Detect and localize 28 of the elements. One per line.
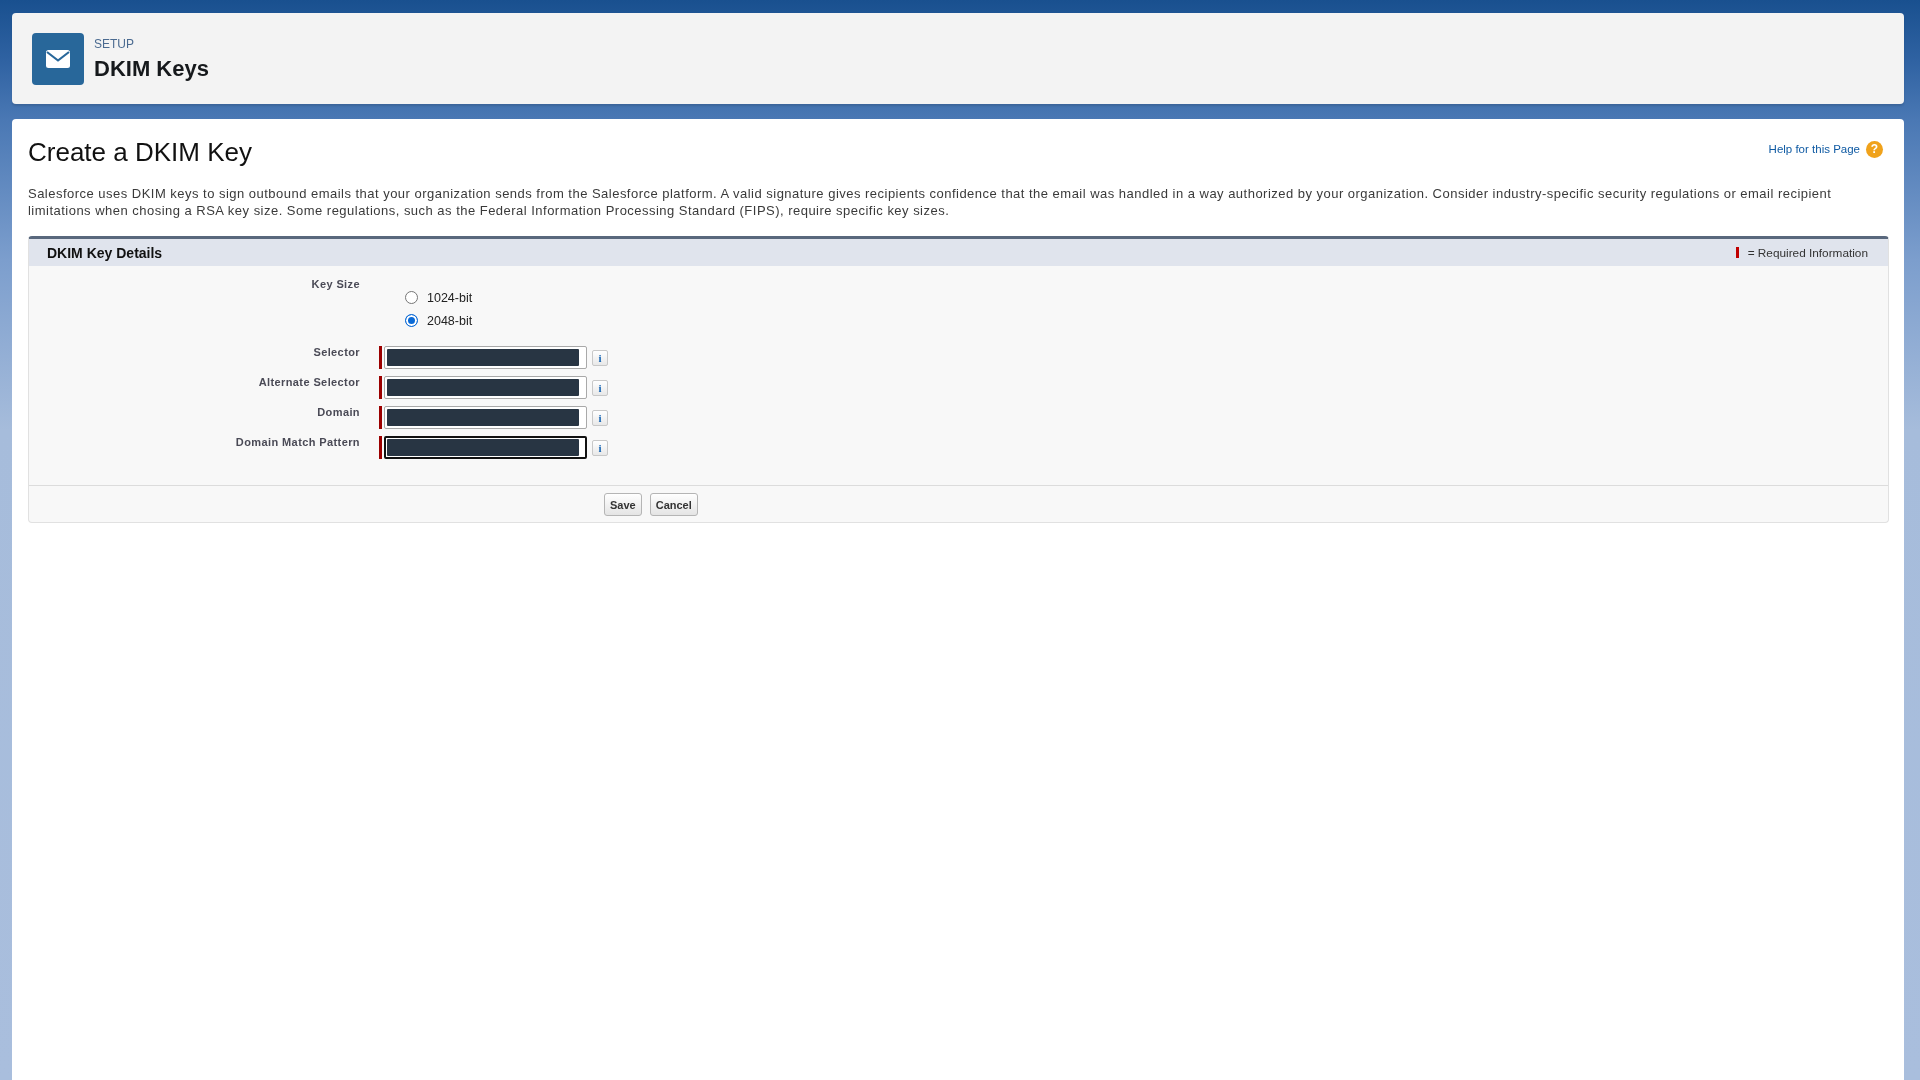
radio-button[interactable] [405,291,418,304]
field-label: Alternate Selector [257,375,361,389]
input-field[interactable] [384,406,587,429]
breadcrumb-label: SETUP [94,37,135,51]
field-label: Key Size [310,277,361,291]
radio-button[interactable] [405,314,418,327]
input-field[interactable] [384,376,587,399]
section-title: DKIM Key Details [47,244,163,261]
required-bar-icon [1735,247,1739,258]
page-title: Create a DKIM Key [28,136,252,168]
radio-label: 2048-bit [427,313,473,328]
input-field[interactable] [384,436,587,459]
header-title: DKIM Keys [94,56,209,82]
save-button[interactable]: Save [604,493,642,516]
info-button[interactable]: i [592,349,608,366]
field-label: Domain [316,405,361,419]
cancel-button[interactable]: Cancel [649,493,698,516]
field-label: Domain Match Pattern [234,435,361,449]
info-button[interactable]: i [592,409,608,426]
field-label: Selector [312,345,361,359]
info-button[interactable]: i [592,439,608,456]
required-legend: = Required Information [1747,245,1868,260]
envelope-icon [32,32,84,85]
input-field[interactable] [384,346,587,369]
help-link[interactable]: Help for this Page [1768,143,1860,155]
page-description: Salesforce uses DKIM keys to sign outbound emails that your organization sends from the Salesforce platform. A valid signature gives recipients confidence that the email was handled in a way authorized by your organization. Consider industry-specific security regulations or email recipient limitations when chosing a RSA key size. Some regulations, such as the Federal Information Processing Standard (FIPS), require specific key sizes. [28,186,1833,219]
radio-label: 1024-bit [427,290,473,305]
info-button[interactable]: i [592,379,608,396]
